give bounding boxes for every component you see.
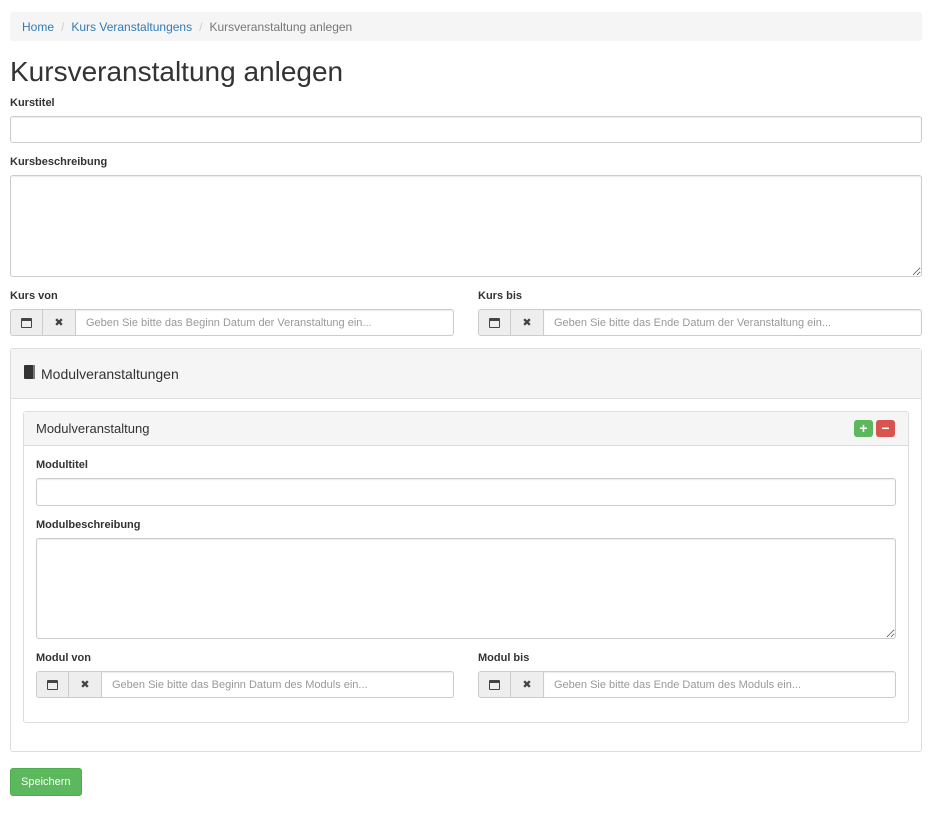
kursbeschreibung-textarea[interactable] — [10, 175, 922, 277]
breadcrumb-separator: / — [61, 19, 65, 34]
modul-bis-clear-button[interactable]: ✖ — [511, 671, 544, 698]
book-icon — [24, 364, 35, 379]
calendar-icon — [47, 679, 58, 690]
modul-von-label: Modul von — [36, 652, 91, 664]
clear-icon: ✖ — [80, 679, 90, 691]
page-title: Kursveranstaltung anlegen — [10, 56, 344, 87]
breadcrumb-separator: / — [199, 19, 203, 34]
breadcrumb-kurs-veranstaltungen-link[interactable]: Kurs Veranstaltungens — [71, 20, 192, 34]
kurs-von-calendar-button[interactable] — [10, 309, 43, 336]
modulveranstaltung-panel-heading: Modulveranstaltung + − — [24, 412, 908, 446]
modulbeschreibung-label: Modulbeschreibung — [36, 519, 141, 531]
kurstitel-label: Kurstitel — [10, 97, 55, 109]
modul-bis-label: Modul bis — [478, 652, 530, 664]
calendar-icon — [489, 679, 500, 690]
modulbeschreibung-textarea[interactable] — [36, 538, 896, 639]
clear-icon: ✖ — [522, 679, 532, 691]
modul-bis-input[interactable] — [544, 671, 896, 698]
kurs-bis-input[interactable] — [544, 309, 922, 336]
modul-bis-date-group: ✖ — [478, 671, 896, 698]
add-module-button[interactable]: + — [854, 420, 873, 437]
modul-von-date-group: ✖ — [36, 671, 454, 698]
clear-icon: ✖ — [522, 317, 532, 329]
kurs-von-label: Kurs von — [10, 290, 58, 302]
modulveranstaltungen-panel-heading: Modulveranstaltungen — [11, 349, 921, 399]
kurs-von-clear-button[interactable]: ✖ — [43, 309, 76, 336]
remove-module-button[interactable]: − — [876, 420, 895, 437]
kurs-bis-clear-button[interactable]: ✖ — [511, 309, 544, 336]
kurs-von-input[interactable] — [76, 309, 454, 336]
kurs-von-date-group: ✖ — [10, 309, 454, 336]
modul-bis-calendar-button[interactable] — [478, 671, 511, 698]
plus-icon: + — [859, 420, 868, 436]
save-button[interactable]: Speichern — [10, 768, 82, 796]
calendar-icon — [21, 317, 32, 328]
modulveranstaltungen-title: Modulveranstaltungen — [41, 365, 179, 382]
calendar-icon — [489, 317, 500, 328]
modultitel-input[interactable] — [36, 478, 896, 506]
breadcrumb-current: Kursveranstaltung anlegen — [209, 19, 353, 34]
clear-icon: ✖ — [54, 317, 64, 329]
kursbeschreibung-label: Kursbeschreibung — [10, 156, 108, 168]
breadcrumb-home-link[interactable]: Home — [22, 20, 54, 34]
modul-von-calendar-button[interactable] — [36, 671, 69, 698]
modulveranstaltung-title: Modulveranstaltung — [36, 421, 150, 436]
modultitel-label: Modultitel — [36, 459, 88, 471]
kurs-bis-label: Kurs bis — [478, 290, 523, 302]
breadcrumb: Home / Kurs Veranstaltungens / Kursveran… — [10, 12, 922, 41]
kurs-bis-calendar-button[interactable] — [478, 309, 511, 336]
minus-icon: − — [881, 420, 890, 436]
modul-von-clear-button[interactable]: ✖ — [69, 671, 102, 698]
kurstitel-input[interactable] — [10, 116, 922, 143]
modul-von-input[interactable] — [102, 671, 454, 698]
kurs-bis-date-group: ✖ — [478, 309, 922, 336]
